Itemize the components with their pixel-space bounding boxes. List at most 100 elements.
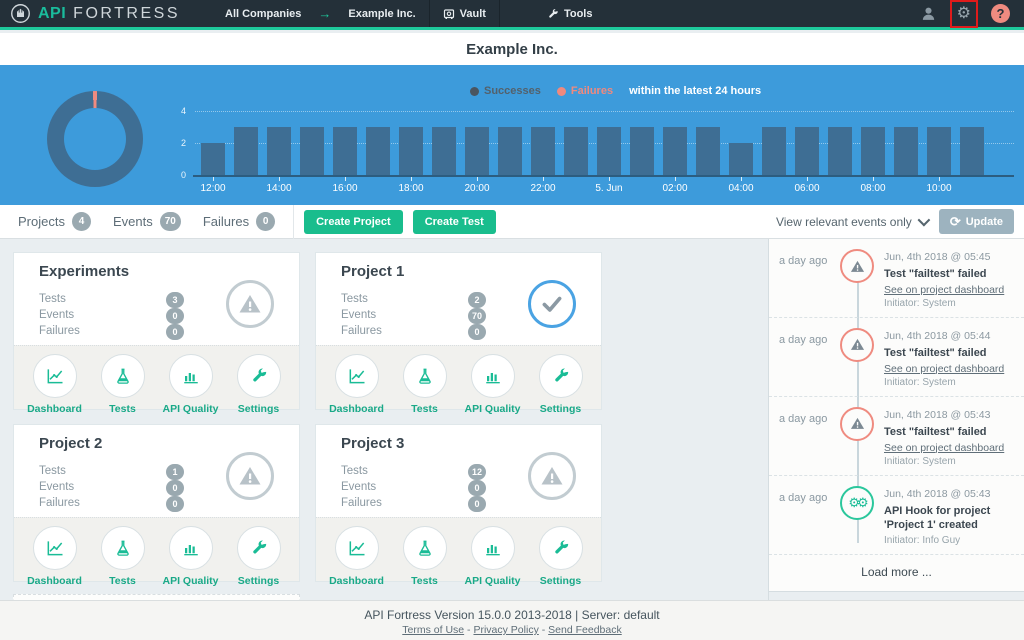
x-tick-label: 08:00: [860, 183, 885, 194]
project-card-title: Project 1: [341, 263, 404, 280]
failures-dot-icon: [557, 87, 566, 96]
bar-chart: [201, 111, 1001, 175]
check-icon: [539, 291, 565, 317]
help-button[interactable]: ?: [991, 4, 1010, 23]
create-project-button[interactable]: Create Project: [304, 210, 403, 234]
x-tick-label: 04:00: [728, 183, 753, 194]
stat-badge-failures: 0: [468, 496, 486, 512]
action-api-quality-label: API Quality: [160, 403, 222, 415]
x-tick-label: 12:00: [200, 183, 225, 194]
action-tests[interactable]: Tests: [394, 354, 456, 409]
load-more-button[interactable]: Load more ...: [769, 555, 1024, 591]
card-top: Experiments Tests Events Failures 3 0 0: [14, 253, 299, 346]
user-button[interactable]: [920, 5, 937, 22]
project-card-experiments[interactable]: Experiments Tests Events Failures 3 0 0 …: [13, 252, 300, 410]
create-test-button[interactable]: Create Test: [413, 210, 496, 234]
action-tests[interactable]: Tests: [394, 526, 456, 581]
x-tick-label: 16:00: [332, 183, 357, 194]
x-tick-label: 18:00: [398, 183, 423, 194]
nav-all-companies[interactable]: All Companies: [212, 0, 314, 27]
nav-tools[interactable]: Tools: [534, 0, 606, 27]
dashboard-icon: [347, 538, 367, 558]
action-api-quality[interactable]: API Quality: [160, 526, 222, 581]
event-dashboard-link[interactable]: See on project dashboard: [884, 442, 1017, 454]
event-dashboard-link[interactable]: See on project dashboard: [884, 284, 1017, 296]
event-dashboard-link[interactable]: See on project dashboard: [884, 363, 1017, 375]
terms-link[interactable]: Terms of Use: [402, 624, 464, 636]
event-time: Jun, 4th 2018 @ 05:45: [884, 251, 1017, 263]
page-footer: API Fortress Version 15.0.0 2013-2018 | …: [0, 600, 1024, 640]
action-api-quality[interactable]: API Quality: [462, 354, 524, 409]
successes-dot-icon: [470, 87, 479, 96]
x-tick-mark: [345, 177, 346, 181]
event-time: Jun, 4th 2018 @ 05:43: [884, 488, 1017, 500]
bar: [201, 143, 225, 175]
status-badge-ok: [528, 280, 576, 328]
action-dashboard[interactable]: Dashboard: [326, 526, 388, 581]
project-card-project-2[interactable]: Project 2 Tests Events Failures 1 0 0 Da…: [13, 424, 300, 582]
feedback-link[interactable]: Send Feedback: [548, 624, 622, 636]
bar: [729, 143, 753, 175]
action-settings[interactable]: Settings: [228, 526, 290, 581]
events-panel: a day ago Jun, 4th 2018 @ 05:45 Test "fa…: [769, 239, 1024, 592]
events-sidebar: a day ago Jun, 4th 2018 @ 05:45 Test "fa…: [768, 239, 1024, 600]
page-title: Example Inc.: [466, 41, 558, 58]
action-settings-label: Settings: [530, 403, 592, 415]
x-tick-mark: [477, 177, 478, 181]
project-card-title: Project 2: [39, 435, 102, 452]
action-settings[interactable]: Settings: [530, 354, 592, 409]
card-actions: Dashboard Tests API Quality Settings: [316, 517, 601, 581]
nav-vault[interactable]: Vault: [429, 0, 500, 27]
action-api-quality[interactable]: API Quality: [160, 354, 222, 409]
nav-company[interactable]: Example Inc.: [335, 0, 428, 27]
warning-icon: [540, 464, 564, 488]
privacy-link[interactable]: Privacy Policy: [473, 624, 538, 636]
stat-badge-tests: 3: [166, 292, 184, 308]
action-settings-label: Settings: [228, 575, 290, 587]
api-quality-icon: [182, 539, 200, 557]
event-row: a day ago Jun, 4th 2018 @ 05:45 Test "fa…: [769, 239, 1024, 318]
counters: Projects 4 Events 70 Failures 0: [0, 205, 293, 238]
gear-icon: ⚙: [957, 6, 971, 22]
x-tick-mark: [411, 177, 412, 181]
counter-events-label: Events: [113, 214, 153, 229]
project-card-title: Project 3: [341, 435, 404, 452]
bar: [696, 127, 720, 175]
bar: [795, 127, 819, 175]
vault-icon: [443, 8, 455, 20]
counter-failures-label: Failures: [203, 214, 249, 229]
app-logo[interactable]: API FORTRESS: [0, 3, 194, 24]
events-filter-dropdown[interactable]: View relevant events only: [776, 215, 927, 229]
counter-failures: Failures 0: [203, 212, 275, 231]
stat-label-tests: Tests: [341, 293, 368, 305]
action-tests[interactable]: Tests: [92, 354, 154, 409]
title-bar: Example Inc.: [0, 33, 1024, 65]
action-dashboard[interactable]: Dashboard: [24, 526, 86, 581]
toolbar-divider: [293, 205, 294, 239]
update-button[interactable]: ⟳ Update: [939, 209, 1014, 234]
tests-icon: [416, 539, 434, 557]
action-tests[interactable]: Tests: [92, 526, 154, 581]
metrics-panel: Successes Failures within the latest 24 …: [0, 65, 1024, 205]
card-top: Project 2 Tests Events Failures 1 0 0: [14, 425, 299, 518]
event-row: a day ago Jun, 4th 2018 @ 05:44 Test "fa…: [769, 318, 1024, 397]
tests-icon: [114, 539, 132, 557]
action-settings[interactable]: Settings: [228, 354, 290, 409]
action-dashboard[interactable]: Dashboard: [24, 354, 86, 409]
nav-tools-label: Tools: [564, 8, 593, 20]
card-top: Project 1 Tests Events Failures 2 70 0: [316, 253, 601, 346]
legend-failures: Failures: [557, 85, 613, 97]
project-card-project-1[interactable]: Project 1 Tests Events Failures 2 70 0 D…: [315, 252, 602, 410]
counter-events: Events 70: [113, 212, 181, 231]
action-dashboard[interactable]: Dashboard: [326, 354, 388, 409]
bar: [432, 127, 456, 175]
nav-vault-label: Vault: [460, 8, 486, 20]
action-settings[interactable]: Settings: [530, 526, 592, 581]
action-api-quality[interactable]: API Quality: [462, 526, 524, 581]
stat-badge-events: 0: [166, 480, 184, 496]
action-api-quality-label: API Quality: [160, 575, 222, 587]
event-title: Test "failtest" failed: [884, 346, 1017, 361]
settings-button[interactable]: ⚙: [951, 2, 977, 26]
bar: [498, 127, 522, 175]
project-card-project-3[interactable]: Project 3 Tests Events Failures 12 0 0 D…: [315, 424, 602, 582]
